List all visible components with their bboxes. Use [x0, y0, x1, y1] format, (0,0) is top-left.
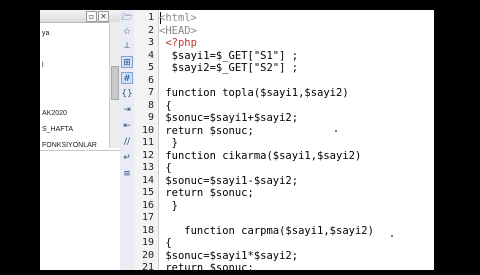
line-number: 13: [141, 162, 154, 173]
line-number-gutter: 1 2 3 4 5 6 7 8 9 10 11 12 13 14 15 16 1…: [134, 10, 159, 273]
tree-item[interactable]: l: [40, 58, 108, 74]
code-line[interactable]: <html>: [159, 12, 197, 25]
line-number: 21: [141, 262, 154, 273]
line-number: 5: [147, 62, 154, 73]
tree-item[interactable]: AK2020: [40, 106, 108, 122]
line-number: 4: [147, 49, 154, 61]
star-icon[interactable]: ☆: [121, 26, 133, 38]
file-tree-lower-pane: [40, 150, 120, 270]
comment-icon[interactable]: //: [121, 136, 133, 148]
stray-mark: [335, 130, 337, 132]
line-number: 10: [141, 124, 154, 136]
file-tree-header: ▫ ✕: [40, 10, 120, 23]
line-number: 20: [141, 249, 154, 261]
line-number: 17: [141, 212, 154, 223]
editor-vertical-toolbar: 🗁 ☆ ⟂ ⊞ # {} ⇥ ⇤ // ↵ ≡: [120, 10, 135, 270]
code-line[interactable]: $sonuc=$sayi1-$sayi2;: [159, 175, 298, 188]
line-number: 2: [147, 24, 154, 36]
code-line[interactable]: {: [159, 100, 171, 113]
tree-item[interactable]: [40, 42, 108, 58]
code-line[interactable]: }: [159, 137, 178, 150]
code-line[interactable]: $sonuc=$sayi1*$sayi2;: [159, 250, 298, 263]
stray-mark: [391, 235, 393, 237]
format-icon[interactable]: ≡: [121, 168, 133, 180]
code-line[interactable]: function carpma($sayi1,$sayi2): [159, 225, 374, 238]
video-letterbox-right: [434, 0, 480, 270]
code-line[interactable]: }: [159, 200, 178, 213]
wrap-icon[interactable]: ↵: [121, 152, 133, 164]
code-line[interactable]: <?php: [159, 37, 197, 50]
line-number: 14: [141, 174, 154, 186]
line-number: 18: [141, 224, 154, 236]
tree-item[interactable]: [40, 90, 108, 106]
code-line[interactable]: return $sonuc;: [159, 125, 254, 138]
line-number: 6: [147, 74, 154, 86]
file-tree-panel: ▫ ✕ ya l AK2020 S_HAFTA FONKSIYONLAR: [40, 10, 121, 270]
folder-icon[interactable]: 🗁: [121, 12, 133, 24]
code-line[interactable]: {: [159, 237, 171, 250]
line-number: 3: [147, 37, 154, 48]
outdent-icon[interactable]: ⇤: [121, 120, 133, 132]
code-line[interactable]: <HEAD>: [159, 25, 197, 38]
line-number: 8: [147, 99, 154, 111]
code-line[interactable]: function topla($sayi1,$sayi2): [159, 87, 348, 100]
code-editor[interactable]: <html> <HEAD> <?php $sayi1=$_GET["S1"] ;…: [159, 10, 434, 270]
tree-item[interactable]: S_HAFTA: [40, 122, 108, 138]
close-icon[interactable]: ✕: [98, 11, 109, 22]
code-line[interactable]: $sonuc=$sayi1+$sayi2;: [159, 112, 298, 125]
line-number: 1: [147, 12, 154, 23]
line-number: 15: [141, 187, 154, 198]
line-number: 16: [141, 199, 154, 211]
indent-icon[interactable]: ⇥: [121, 104, 133, 116]
split-icon[interactable]: ⊞: [121, 56, 133, 68]
video-letterbox-left: [0, 0, 40, 270]
code-line[interactable]: $sayi2=$_GET["S2"] ;: [159, 62, 298, 75]
code-line[interactable]: $sayi1=$_GET["S1"] ;: [159, 50, 298, 63]
code-line[interactable]: function cikarma($sayi1,$sayi2): [159, 150, 361, 163]
tree-item[interactable]: [40, 74, 108, 90]
line-number: 11: [141, 137, 154, 148]
line-number: 19: [141, 237, 154, 248]
tree-item[interactable]: ya: [40, 26, 108, 42]
restore-icon[interactable]: ▫: [86, 11, 97, 22]
pin-icon[interactable]: ⟂: [121, 40, 133, 52]
line-number: 12: [141, 149, 154, 161]
hash-icon[interactable]: #: [121, 72, 133, 84]
file-tree-list: ya l AK2020 S_HAFTA FONKSIYONLAR: [40, 26, 108, 154]
code-line[interactable]: {: [159, 162, 171, 175]
code-line[interactable]: return $sonuc;: [159, 187, 254, 200]
brace-icon[interactable]: {}: [121, 88, 133, 100]
scrollbar-thumb[interactable]: [111, 66, 119, 100]
line-number: 9: [147, 112, 154, 123]
file-tree-scrollbar[interactable]: [109, 22, 120, 148]
line-number: 7: [147, 87, 154, 98]
code-line[interactable]: return $sonuc;: [159, 262, 254, 270]
